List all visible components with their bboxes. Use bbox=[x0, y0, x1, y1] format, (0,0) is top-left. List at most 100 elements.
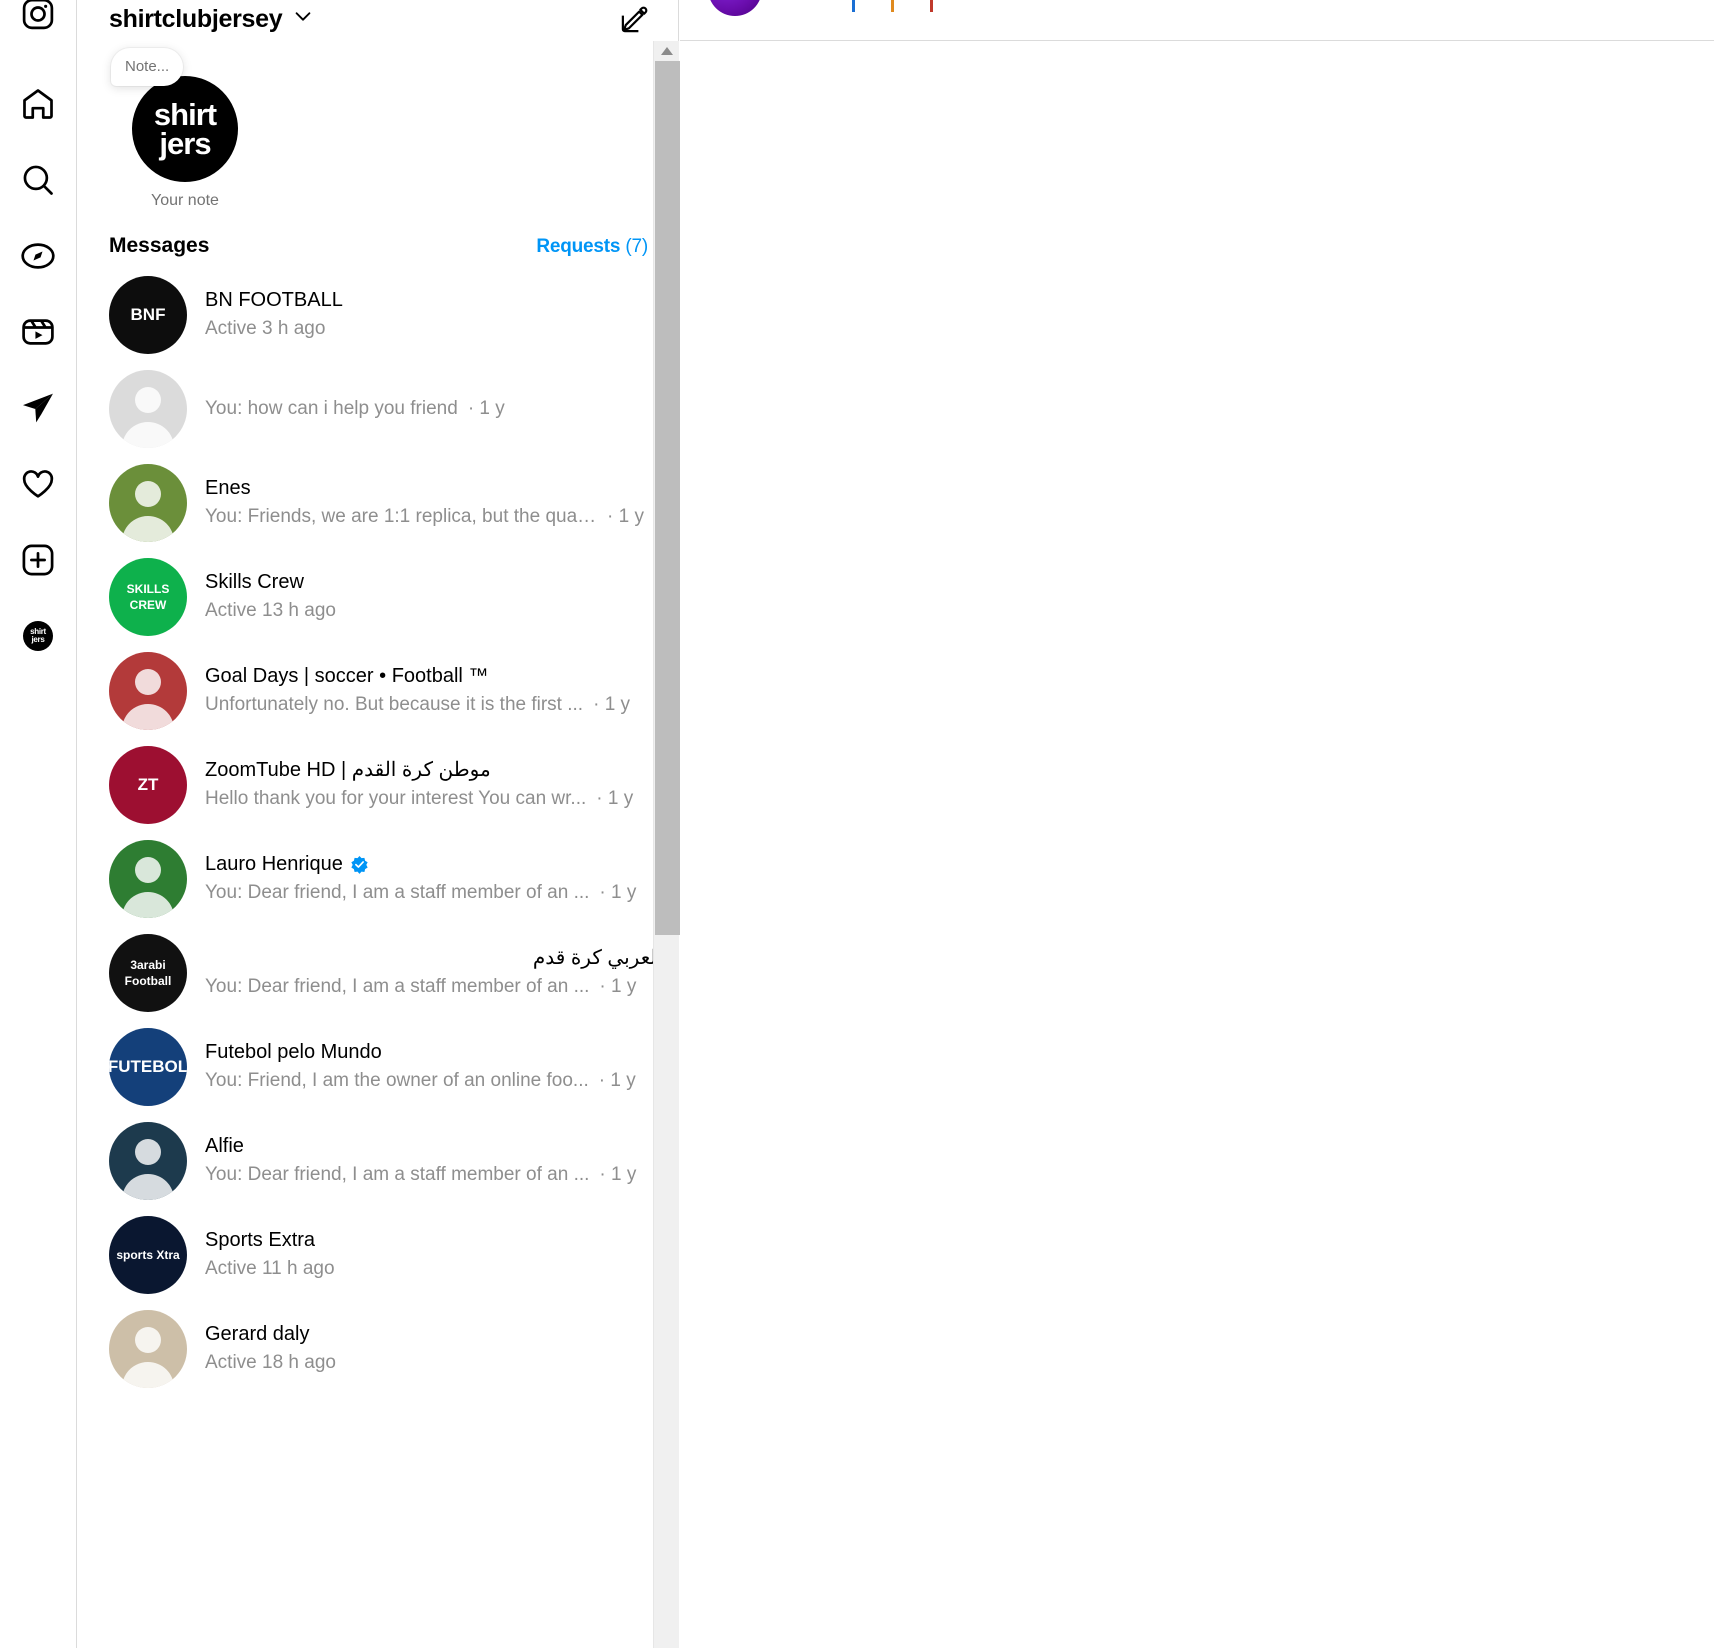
instagram-direct-page: shirt jers shirtclubjersey Note... shirt… bbox=[0, 0, 1714, 1648]
note-avatar: shirt jers bbox=[132, 76, 238, 182]
conversation-name: Skills Crew bbox=[205, 571, 304, 593]
scroll-up-arrow-icon[interactable] bbox=[654, 41, 680, 61]
conversation-preview: Unfortunately no. But because it is the … bbox=[205, 694, 584, 715]
conversation-preview: You: Dear friend, I am a staff member of… bbox=[205, 976, 590, 997]
conversation-preview: You: how can i help you friend bbox=[205, 398, 458, 419]
conversation-row[interactable]: Enes You: Friends, we are 1:1 replica, bu… bbox=[77, 456, 678, 550]
conversation-name: Futebol pelo Mundo bbox=[205, 1041, 382, 1063]
pane-avatar[interactable] bbox=[708, 0, 762, 16]
conversation-subtitle: Hello thank you for your interest You ca… bbox=[205, 784, 662, 814]
reels-icon[interactable] bbox=[12, 306, 64, 358]
conversation-body: BN FOOTBALL Active 3 h ago bbox=[205, 286, 662, 344]
conversation-preview: You: Friend, I am the owner of an online… bbox=[205, 1070, 589, 1091]
conversation-body: Skills Crew Active 13 h ago bbox=[205, 568, 662, 626]
conversation-timestamp: · 1 y bbox=[607, 506, 644, 527]
search-icon[interactable] bbox=[12, 154, 64, 206]
verified-badge-icon bbox=[350, 855, 369, 874]
notifications-icon[interactable] bbox=[12, 458, 64, 510]
primary-navigation-rail: shirt jers bbox=[0, 0, 77, 1648]
scrollbar-thumb[interactable] bbox=[655, 61, 680, 935]
conversation-body: Futebol pelo Mundo You: Friend, I am the … bbox=[205, 1038, 662, 1096]
notes-tray: Note... shirt jers Your note bbox=[77, 38, 678, 216]
messages-heading: Messages bbox=[109, 234, 210, 257]
explore-icon[interactable] bbox=[12, 230, 64, 282]
conversation-row[interactable]: 3arabi Football العربي كرة قدم You: Dear f… bbox=[77, 926, 678, 1020]
conversation-name: Lauro Henrique bbox=[205, 850, 662, 878]
conversation-empty-area bbox=[680, 41, 1714, 1648]
inbox-header: shirtclubjersey bbox=[77, 0, 678, 38]
conversation-avatar: BNF bbox=[109, 276, 187, 354]
conversation-row[interactable]: Gerard daly Active 18 h ago bbox=[77, 1302, 678, 1396]
your-note-cell[interactable]: Note... shirt jers Your note bbox=[105, 48, 265, 210]
conversation-row[interactable]: BNF BN FOOTBALL Active 3 h ago bbox=[77, 268, 678, 362]
conversation-subtitle: You: how can i help you friend · 1 y bbox=[205, 370, 662, 448]
conversation-row[interactable]: ZT ZoomTube HD | موطن كرة القدم Hello than… bbox=[77, 738, 678, 832]
conversation-row[interactable]: FUTEBOL Futebol pelo Mundo You: Friend, I … bbox=[77, 1020, 678, 1114]
inbox-scrollbar[interactable] bbox=[653, 41, 680, 1648]
conversation-timestamp: · 1 y bbox=[599, 1164, 637, 1185]
account-switcher[interactable]: shirtclubjersey bbox=[109, 5, 314, 34]
conversation-timestamp: · 1 y bbox=[599, 976, 637, 997]
conversation-row[interactable]: Alfie You: Dear friend, I am a staff memb… bbox=[77, 1114, 678, 1208]
conversation-body: Lauro Henrique You: Dear friend, I am a s… bbox=[205, 850, 662, 908]
conversation-name: Sports Extra bbox=[205, 1229, 316, 1251]
conversation-body: العربي كرة قدم You: Dear friend, I am a s… bbox=[205, 944, 662, 1002]
conversation-body: Goal Days | soccer • Football ™ Unfortuna… bbox=[205, 662, 662, 720]
conversation-avatar bbox=[109, 1310, 187, 1388]
conversation-name: Enes bbox=[205, 477, 251, 499]
conversation-name: Goal Days | soccer • Football ™ bbox=[205, 665, 489, 687]
toolbar-divider bbox=[930, 0, 933, 12]
conversation-avatar bbox=[109, 464, 187, 542]
conversation-avatar bbox=[109, 1122, 187, 1200]
inbox-username: shirtclubjersey bbox=[109, 4, 283, 33]
conversation-body: Alfie You: Dear friend, I am a staff memb… bbox=[205, 1132, 662, 1190]
create-icon[interactable] bbox=[12, 534, 64, 586]
conversation-row[interactable]: Goal Days | soccer • Football ™ Unfortuna… bbox=[77, 644, 678, 738]
conversation-preview: You: Dear friend, I am a staff member of… bbox=[205, 1164, 590, 1185]
pane-topbar bbox=[680, 0, 1714, 41]
conversation-avatar bbox=[109, 652, 187, 730]
conversation-avatar bbox=[109, 840, 187, 918]
note-bubble[interactable]: Note... bbox=[111, 48, 184, 86]
note-label: Your note bbox=[151, 192, 219, 209]
conversation-timestamp: · 1 y bbox=[599, 882, 637, 903]
conversation-row[interactable]: SKILLS CREW Skills Crew Active 13 h ago bbox=[77, 550, 678, 644]
chevron-down-icon[interactable] bbox=[798, 0, 816, 4]
requests-link[interactable]: Requests (7) bbox=[536, 236, 648, 258]
conversation-preview: Active 18 h ago bbox=[205, 1352, 336, 1373]
conversation-name: ZoomTube HD | موطن كرة القدم bbox=[205, 759, 491, 781]
conversation-subtitle: You: Dear friend, I am a staff member of… bbox=[205, 972, 662, 1002]
conversation-body: Sports Extra Active 11 h ago bbox=[205, 1226, 662, 1284]
toolbar-divider bbox=[852, 0, 855, 12]
profile-avatar[interactable]: shirt jers bbox=[12, 610, 64, 662]
direct-inbox-column: shirtclubjersey Note... shirt jers Your … bbox=[77, 0, 679, 1648]
conversation-body: You: how can i help you friend · 1 y bbox=[205, 370, 662, 448]
instagram-logo[interactable] bbox=[12, 0, 64, 42]
conversation-name: Gerard daly bbox=[205, 1323, 310, 1345]
conversation-avatar: sports Xtra bbox=[109, 1216, 187, 1294]
chevron-down-icon[interactable] bbox=[292, 5, 314, 34]
inbox-scroll-body: Note... shirt jers Your note Messages Re… bbox=[77, 38, 678, 1648]
conversation-subtitle: Active 3 h ago bbox=[205, 314, 662, 344]
conversation-preview: Active 11 h ago bbox=[205, 1258, 335, 1279]
conversation-row[interactable]: Lauro Henrique You: Dear friend, I am a s… bbox=[77, 832, 678, 926]
conversation-body: Gerard daly Active 18 h ago bbox=[205, 1320, 662, 1378]
conversation-subtitle: You: Friend, I am the owner of an online… bbox=[205, 1066, 662, 1096]
home-icon[interactable] bbox=[12, 78, 64, 130]
requests-label: Requests bbox=[536, 236, 621, 257]
conversation-timestamp: · 1 y bbox=[598, 1070, 636, 1091]
conversation-subtitle: You: Dear friend, I am a staff member of… bbox=[205, 1160, 662, 1190]
toolbar-divider bbox=[891, 0, 894, 12]
conversation-preview: Hello thank you for your interest You ca… bbox=[205, 788, 587, 809]
chevron-down-icon[interactable] bbox=[969, 0, 987, 4]
conversation-preview: You: Dear friend, I am a staff member of… bbox=[205, 882, 590, 903]
conversation-subtitle: Active 18 h ago bbox=[205, 1348, 662, 1378]
new-message-icon[interactable] bbox=[619, 4, 650, 35]
conversation-row[interactable]: You: how can i help you friend · 1 y bbox=[77, 362, 678, 456]
messages-section-header: Messages Requests (7) bbox=[77, 216, 678, 264]
conversation-avatar: FUTEBOL bbox=[109, 1028, 187, 1106]
messages-icon[interactable] bbox=[12, 382, 64, 434]
conversation-avatar: 3arabi Football bbox=[109, 934, 187, 1012]
conversation-subtitle: Unfortunately no. But because it is the … bbox=[205, 690, 662, 720]
conversation-row[interactable]: sports Xtra Sports Extra Active 11 h ago bbox=[77, 1208, 678, 1302]
